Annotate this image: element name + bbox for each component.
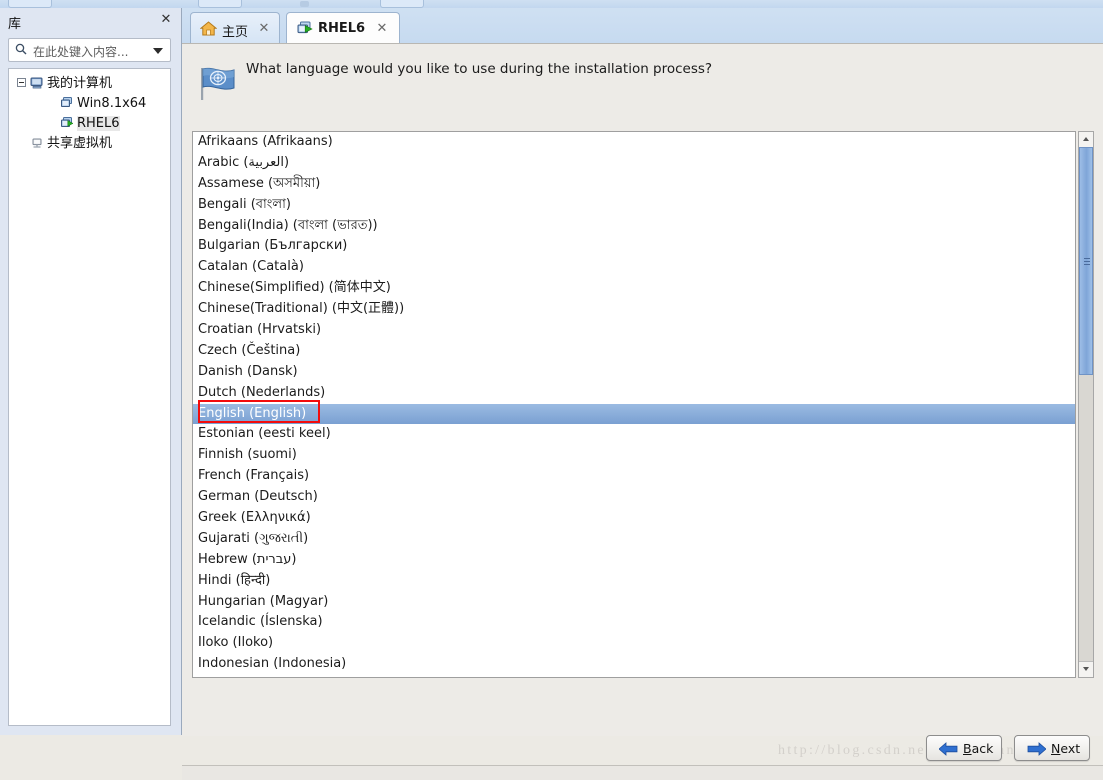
- prompt-text: What language would you like to use duri…: [246, 61, 713, 77]
- language-list-item[interactable]: Iloko (Iloko): [193, 633, 1075, 654]
- language-list-item[interactable]: Hebrew (עברית): [193, 550, 1075, 571]
- language-list-item[interactable]: Bulgarian (Български): [193, 236, 1075, 257]
- language-list-item[interactable]: Catalan (Català): [193, 257, 1075, 278]
- language-list-item[interactable]: Hungarian (Magyar): [193, 592, 1075, 613]
- tree-item-shared-vms[interactable]: 共享虚拟机: [9, 133, 170, 153]
- tab-rhel6[interactable]: RHEL6 ✕: [286, 12, 400, 44]
- language-list-item[interactable]: Danish (Dansk): [193, 362, 1075, 383]
- un-flag-icon: [198, 64, 238, 102]
- main-area: 主页 ✕ RHEL6 ✕ What language would you lik…: [182, 8, 1103, 780]
- back-button-label: Back: [963, 741, 993, 756]
- status-bar: [182, 765, 1103, 780]
- scroll-up-icon[interactable]: [1079, 132, 1093, 148]
- language-list-items[interactable]: Afrikaans (Afrikaans) Arabic (العربية) Ass…: [193, 132, 1075, 675]
- close-icon[interactable]: ✕: [375, 21, 389, 35]
- scrollbar-thumb[interactable]: [1079, 147, 1093, 375]
- toolbar-button-1[interactable]: [8, 0, 52, 8]
- library-title: 库: [8, 17, 22, 32]
- tree-item-label: Win8.1x64: [77, 96, 147, 111]
- language-prompt: What language would you like to use duri…: [190, 60, 1070, 110]
- arrow-left-icon: [939, 742, 958, 756]
- language-list-item[interactable]: Indonesian (Indonesia): [193, 654, 1075, 675]
- tree-item-rhel6[interactable]: RHEL6: [9, 113, 170, 133]
- rhel-installer-screen: What language would you like to use duri…: [182, 43, 1103, 780]
- tab-label: RHEL6: [318, 21, 366, 36]
- tree-item-label: 共享虚拟机: [47, 136, 113, 151]
- vmware-workstation-window: 库 ✕ 在此处键入内容... 我的计算机 Win8.1x64 RHEL6 共享虚…: [0, 0, 1103, 780]
- home-icon: [199, 20, 218, 37]
- tab-bar: 主页 ✕ RHEL6 ✕: [182, 8, 1103, 44]
- language-list-item[interactable]: Icelandic (Íslenska): [193, 612, 1075, 633]
- language-list-item[interactable]: German (Deutsch): [193, 487, 1075, 508]
- my-computer-icon: [30, 76, 44, 90]
- language-list-item[interactable]: Arabic (العربية): [193, 153, 1075, 174]
- language-list-item[interactable]: Assamese (অসমীয়া): [193, 174, 1075, 195]
- language-list-item[interactable]: Greek (Ελληνικά): [193, 508, 1075, 529]
- library-header: 库 ✕: [0, 8, 181, 34]
- search-icon: [15, 43, 27, 55]
- tree-item-label: RHEL6: [77, 116, 120, 131]
- collapse-toggle-icon[interactable]: [17, 78, 26, 87]
- language-list-item[interactable]: Estonian (eesti keel): [193, 424, 1075, 445]
- toolbar-button-2[interactable]: [198, 0, 242, 8]
- toolbar-separator: [300, 1, 309, 7]
- tab-home[interactable]: 主页 ✕: [190, 12, 280, 44]
- language-list-item[interactable]: French (Français): [193, 466, 1075, 487]
- language-list-item[interactable]: Dutch (Nederlands): [193, 383, 1075, 404]
- language-list-item[interactable]: Gujarati (ગુજરાતી): [193, 529, 1075, 550]
- language-list-scrollbar[interactable]: [1078, 131, 1094, 678]
- tree-item-label: 我的计算机: [47, 76, 113, 91]
- language-list-item[interactable]: Afrikaans (Afrikaans): [193, 132, 1075, 153]
- language-list[interactable]: Afrikaans (Afrikaans) Arabic (العربية) Ass…: [192, 131, 1076, 678]
- language-list-item[interactable]: English (English): [193, 403, 1075, 425]
- language-list-item[interactable]: Croatian (Hrvatski): [193, 320, 1075, 341]
- label-rest: ack: [971, 741, 994, 756]
- language-list-item[interactable]: Hindi (हिन्दी): [193, 571, 1075, 592]
- library-panel: 库 ✕ 在此处键入内容... 我的计算机 Win8.1x64 RHEL6 共享虚…: [0, 8, 182, 735]
- language-list-item[interactable]: Chinese(Traditional) (中文(正體)): [193, 299, 1075, 320]
- search-input-placeholder[interactable]: 在此处键入内容...: [33, 43, 128, 60]
- virtual-machine-running-icon: [296, 20, 313, 37]
- next-button-label: Next: [1051, 741, 1080, 756]
- label-rest: ext: [1060, 741, 1081, 756]
- virtual-machine-icon: [60, 96, 74, 110]
- toolbar-button-3[interactable]: [380, 0, 424, 8]
- language-list-item[interactable]: Finnish (suomi): [193, 445, 1075, 466]
- language-list-item[interactable]: Bengali(India) (বাংলা (ভারত)): [193, 216, 1075, 237]
- close-icon[interactable]: ✕: [159, 12, 173, 26]
- scrollbar-grip-icon: [1084, 258, 1090, 265]
- library-search-box[interactable]: 在此处键入内容...: [8, 38, 171, 62]
- chevron-down-icon[interactable]: [153, 48, 163, 54]
- scroll-down-icon[interactable]: [1079, 661, 1093, 677]
- accel-key: N: [1051, 741, 1061, 756]
- close-icon[interactable]: ✕: [257, 21, 271, 35]
- language-list-item[interactable]: Chinese(Simplified) (简体中文): [193, 278, 1075, 299]
- shared-vms-icon: [30, 136, 44, 150]
- arrow-right-icon: [1027, 742, 1046, 756]
- tab-label: 主页: [222, 25, 249, 40]
- accel-key: B: [963, 741, 972, 756]
- next-button[interactable]: Next: [1014, 735, 1090, 761]
- tree-item-win81x64[interactable]: Win8.1x64: [9, 93, 170, 113]
- language-list-item[interactable]: Czech (Čeština): [193, 341, 1075, 362]
- tree-item-my-computer[interactable]: 我的计算机: [9, 73, 170, 93]
- back-button[interactable]: Back: [926, 735, 1002, 761]
- virtual-machine-running-icon: [60, 116, 74, 130]
- library-tree[interactable]: 我的计算机 Win8.1x64 RHEL6 共享虚拟机: [8, 68, 171, 726]
- language-list-item[interactable]: Bengali (বাংলা): [193, 195, 1075, 216]
